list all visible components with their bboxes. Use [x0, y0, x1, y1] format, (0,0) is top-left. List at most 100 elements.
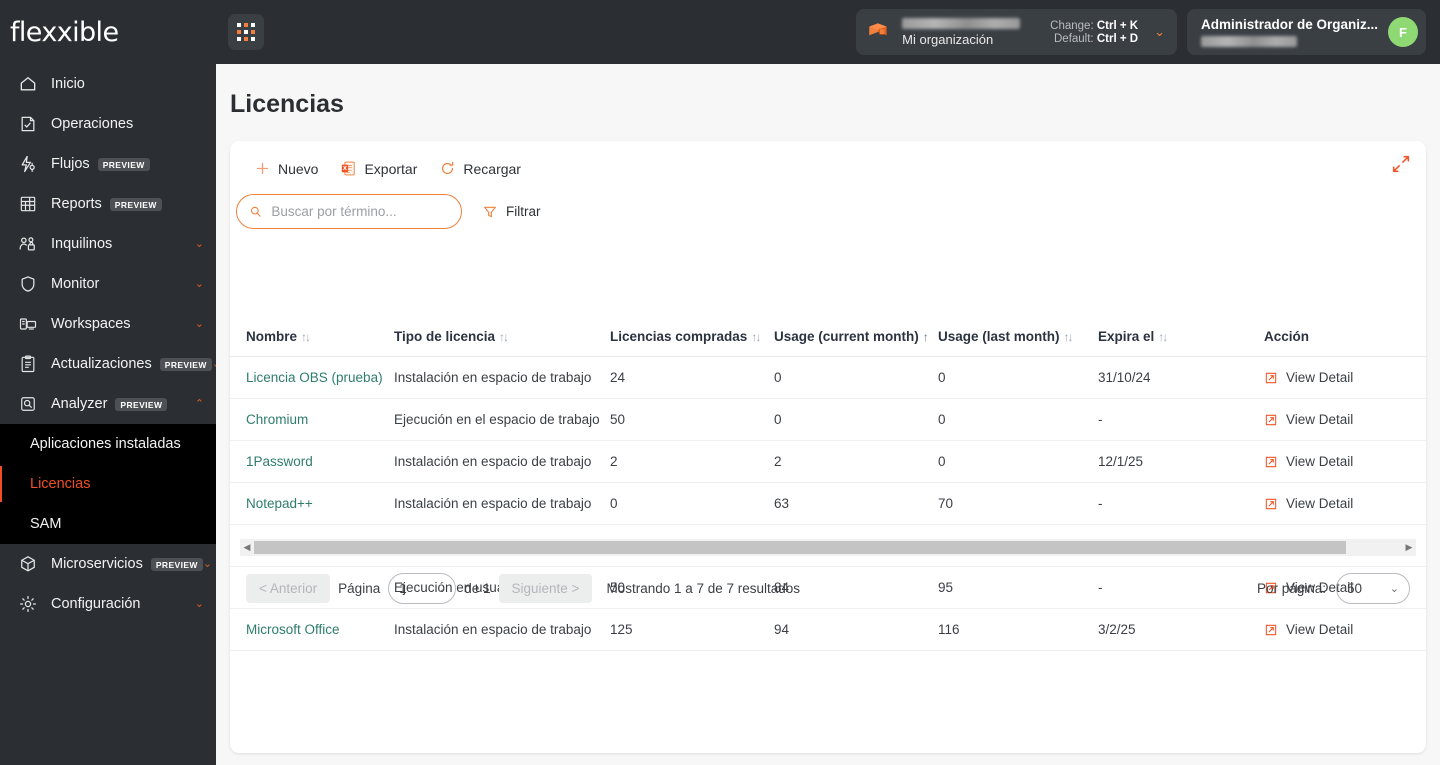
expand-diagonal-icon[interactable]	[1390, 153, 1412, 175]
table-row: Notepad++ Instalación en espacio de traba…	[230, 482, 1426, 525]
cell-usage-last-month: 0	[938, 440, 1098, 483]
table-row: Licencia OBS (prueba) Instalación en espa…	[230, 356, 1426, 399]
view-detail-button[interactable]: View Detail	[1264, 370, 1426, 385]
view-detail-button[interactable]: View Detail	[1264, 412, 1426, 427]
sidebar-item-monitor[interactable]: Monitor ⌄	[0, 264, 216, 304]
cell-licencias-compradas: 24	[610, 356, 774, 399]
column-label: Usage (last month)	[938, 329, 1060, 344]
sidebar-subitem-sam[interactable]: SAM	[0, 504, 216, 544]
table-row: 1Password Instalación en espacio de traba…	[230, 440, 1426, 483]
cell-tipo: Instalación en espacio de trabajo	[394, 608, 610, 651]
license-name-link[interactable]: Microsoft Office	[246, 622, 340, 637]
cell-expira-el: 12/1/25	[1098, 440, 1264, 483]
refresh-icon	[442, 161, 454, 174]
sidebar-item-microservicios[interactable]: Microservicios PREVIEW ⌄	[0, 544, 216, 584]
table-head: Nombre ↑↓ Tipo de licencia ↑↓ Licencias co…	[230, 319, 1426, 357]
cell-nombre: Licencia OBS (prueba)	[230, 356, 394, 399]
cell-usage-last-month: 0	[938, 398, 1098, 441]
sidebar-item-actualizaciones[interactable]: Actualizaciones PREVIEW ⌄	[0, 344, 216, 384]
license-name-link[interactable]: Notepad++	[246, 496, 313, 511]
user-menu[interactable]: Administrador de Organiz... F	[1186, 9, 1426, 55]
chevron-down-icon: ⌄	[436, 583, 446, 595]
column-header-usage-current-month[interactable]: Usage (current month) ↑	[774, 319, 938, 357]
scrollbar-thumb[interactable]	[254, 541, 1346, 554]
previous-page-button[interactable]: < Anterior	[246, 574, 331, 603]
filter-button[interactable]: Filtrar	[482, 204, 541, 220]
chevron-down-icon[interactable]: ⌄	[195, 238, 204, 250]
default-key: Ctrl + D	[1096, 32, 1139, 45]
per-page-label: Por página:	[1256, 581, 1326, 596]
external-link-icon	[1265, 498, 1277, 509]
scrollbar-track[interactable]	[254, 539, 1402, 556]
view-detail-button[interactable]: View Detail	[1264, 622, 1426, 637]
reload-button[interactable]: Recargar	[431, 155, 529, 182]
external-link-icon	[1265, 456, 1277, 467]
horizontal-scrollbar[interactable]: ◀ ▶	[240, 539, 1416, 556]
sidebar-item-operaciones[interactable]: Operaciones	[0, 104, 216, 144]
sidebar: Inicio Operaciones Flujos PREVIEW Report…	[0, 64, 216, 765]
sort-icon: ↑↓	[1063, 330, 1074, 344]
sidebar-item-flujos[interactable]: Flujos PREVIEW	[0, 144, 216, 184]
sidebar-item-label: Operaciones	[51, 116, 134, 132]
page-number-select[interactable]: 1 ⌄	[388, 573, 457, 604]
chevron-up-icon[interactable]: ⌃	[195, 398, 204, 410]
cell-licencias-compradas: 50	[610, 398, 774, 441]
user-text: Administrador de Organiz...	[1200, 17, 1378, 47]
export-button[interactable]: X Exportar	[332, 155, 425, 182]
search-container[interactable]	[236, 194, 462, 229]
cell-nombre: 1Password	[230, 440, 394, 483]
column-header-tipo-de-licencia[interactable]: Tipo de licencia ↑↓	[394, 319, 610, 357]
cell-licencias-compradas: 2	[610, 440, 774, 483]
preview-badge: PREVIEW	[97, 157, 150, 171]
sidebar-item-workspaces[interactable]: Workspaces ⌄	[0, 304, 216, 344]
reload-button-label: Recargar	[463, 160, 521, 177]
cell-licencias-compradas: 0	[610, 482, 774, 525]
cell-licencias-compradas: 125	[610, 608, 774, 651]
chevron-down-icon[interactable]: ⌄	[195, 278, 204, 290]
search-input[interactable]	[271, 204, 449, 219]
sidebar-item-inquilinos[interactable]: Inquilinos ⌄	[0, 224, 216, 264]
external-link-icon	[1265, 372, 1277, 383]
organization-switcher[interactable]: Mi organización Change: Ctrl + K Default…	[856, 9, 1177, 55]
column-header-licencias-compradas[interactable]: Licencias compradas ↑↓	[610, 319, 774, 357]
per-page-value: 50	[1347, 581, 1363, 596]
sidebar-subitem-licencias[interactable]: Licencias	[0, 464, 216, 504]
sidebar-item-label: Actualizaciones	[51, 356, 152, 372]
license-name-link[interactable]: 1Password	[246, 454, 313, 469]
sidebar-item-label: Inquilinos	[51, 236, 113, 252]
view-detail-button[interactable]: View Detail	[1264, 454, 1426, 469]
view-detail-button[interactable]: View Detail	[1264, 496, 1426, 511]
chevron-down-icon[interactable]: ⌄	[195, 318, 204, 330]
view-detail-label: View Detail	[1286, 496, 1354, 511]
new-button-label: Nuevo	[278, 160, 319, 177]
sidebar-item-configuracion[interactable]: Configuración ⌄	[0, 584, 216, 624]
chevron-down-icon[interactable]: ⌄	[1154, 24, 1165, 40]
default-label: Default:	[1054, 32, 1094, 45]
avatar[interactable]: F	[1388, 17, 1418, 47]
per-page-select[interactable]: 50 ⌄	[1336, 573, 1410, 604]
user-name-redacted	[1200, 36, 1297, 47]
column-header-usage-last-month[interactable]: Usage (last month) ↑↓	[938, 319, 1098, 357]
card-toolbar: Nuevo X Exportar Recargar	[230, 141, 1426, 182]
sidebar-item-label: Reports	[51, 196, 102, 212]
sidebar-subitem-aplicaciones-instaladas[interactable]: Aplicaciones instaladas	[0, 424, 216, 464]
scroll-right-arrow[interactable]: ▶	[1402, 539, 1416, 556]
next-page-button[interactable]: Siguiente >	[498, 574, 593, 603]
cell-accion: View Detail	[1264, 398, 1426, 441]
sort-icon: ↑↓	[301, 330, 311, 344]
cell-expira-el: -	[1098, 482, 1264, 525]
sidebar-item-analyzer[interactable]: Analyzer PREVIEW ⌃	[0, 384, 216, 424]
chevron-down-icon[interactable]: ⌄	[195, 598, 204, 610]
sidebar-item-inicio[interactable]: Inicio	[0, 64, 216, 104]
cell-expira-el: -	[1098, 398, 1264, 441]
per-page-group: Por página: 50 ⌄	[1257, 573, 1410, 604]
scroll-left-arrow[interactable]: ◀	[240, 539, 254, 556]
column-header-nombre[interactable]: Nombre ↑↓	[230, 319, 394, 357]
grid-apps-icon[interactable]	[228, 14, 264, 50]
sidebar-item-reports[interactable]: Reports PREVIEW	[0, 184, 216, 224]
new-button[interactable]: Nuevo	[246, 155, 326, 182]
license-name-link[interactable]: Licencia OBS (prueba)	[246, 370, 383, 385]
column-header-expira-el[interactable]: Expira el ↑↓	[1098, 319, 1264, 357]
chevron-down-icon[interactable]: ⌄	[203, 558, 212, 570]
license-name-link[interactable]: Chromium	[246, 412, 308, 427]
